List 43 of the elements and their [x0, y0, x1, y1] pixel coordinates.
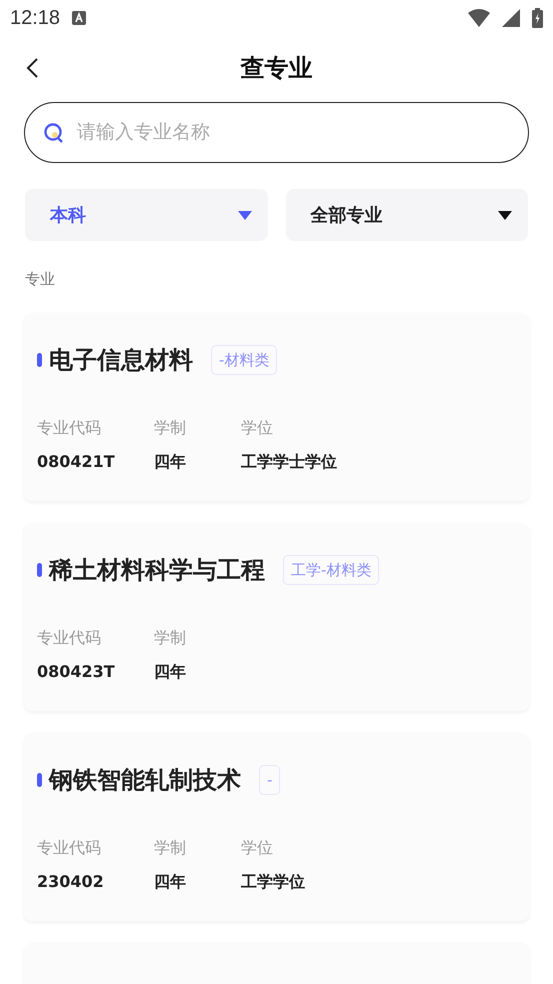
category-tag: 工学-材料类: [283, 554, 380, 586]
field-value: 080423T: [37, 661, 116, 683]
major-card[interactable]: 钢铁智能轧制技术 - 专业代码 230402 学制 四年 学位 工学学位: [24, 733, 529, 921]
caret-icon: [238, 210, 252, 220]
major-name: 钢铁智能轧制技术: [49, 765, 241, 796]
field-value: 四年: [154, 661, 187, 683]
field-label: 学制: [154, 837, 187, 859]
accent-bar: [37, 353, 42, 367]
status-time: 12:18: [10, 6, 60, 31]
category-tag: -: [259, 764, 280, 796]
field-label: 学位: [241, 837, 274, 859]
battery-icon: [532, 8, 543, 28]
category-tag: -材料类: [211, 344, 278, 376]
major-card[interactable]: 稀土材料科学与工程 工学-材料类 专业代码 080423T 学制 四年: [24, 523, 529, 711]
wifi-icon: [468, 9, 490, 27]
field-value: 230402: [37, 871, 105, 893]
field-label: 学位: [241, 417, 274, 439]
field-label: 学制: [154, 417, 187, 439]
notification-icon: [72, 11, 86, 25]
field-value: 080421T: [37, 451, 116, 473]
search-input[interactable]: 请输入专业名称: [77, 118, 510, 147]
major-card[interactable]: 电子信息材料 -材料类 专业代码 080421T 学制 四年 学位 工学学士学位: [24, 313, 529, 501]
accent-bar: [37, 773, 42, 787]
search-icon: [43, 122, 65, 144]
field-label: 专业代码: [37, 417, 102, 439]
field-value: 工学学位: [241, 871, 306, 893]
field-value: 工学学士学位: [241, 451, 338, 473]
filter-dropdown[interactable]: 本科: [25, 189, 268, 241]
back-icon: [25, 57, 39, 79]
section-label: 专业: [25, 270, 55, 288]
field-label: 学制: [154, 627, 187, 649]
major-name: 稀土材料科学与工程: [49, 555, 265, 586]
field-label: 专业代码: [37, 837, 102, 859]
page-title: 查专业: [240, 53, 312, 84]
field-label: 专业代码: [37, 627, 102, 649]
major-name: 电子信息材料: [49, 345, 193, 376]
accent-bar: [37, 563, 42, 577]
field-value: 四年: [154, 871, 187, 893]
field-value: 四年: [154, 451, 187, 473]
filter-dropdown[interactable]: 全部专业: [286, 189, 528, 241]
caret-icon: [498, 210, 512, 220]
signal-icon: [502, 9, 520, 27]
search-field[interactable]: 请输入专业名称: [24, 102, 529, 163]
